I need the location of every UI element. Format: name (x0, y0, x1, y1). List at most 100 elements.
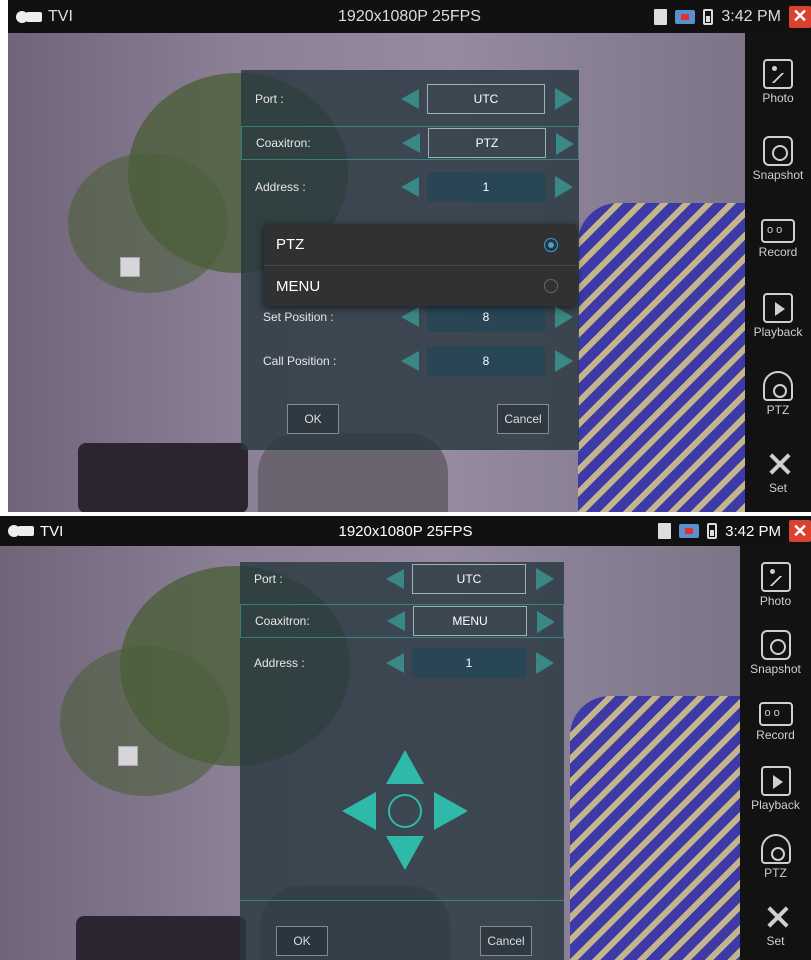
left-arrow-icon[interactable] (385, 610, 405, 632)
radio-selected-icon[interactable] (544, 237, 558, 252)
battery-icon (707, 523, 718, 539)
center-enter-button[interactable] (388, 794, 422, 828)
arrow-left-icon[interactable] (342, 792, 376, 830)
call-position-label: Call Position : (263, 354, 337, 368)
coaxitron-label: Coaxitron: (256, 136, 311, 150)
play-icon (763, 293, 793, 323)
photo-icon (760, 562, 791, 592)
port-label: Port : (254, 572, 283, 586)
sidebar-item-playback[interactable]: Playback (740, 766, 811, 812)
chair-back (76, 916, 246, 960)
left-arrow-icon[interactable] (399, 176, 419, 198)
left-arrow-icon[interactable] (399, 306, 419, 328)
right-arrow-icon[interactable] (536, 568, 554, 590)
ok-button[interactable]: OK (276, 926, 328, 956)
ptz-camera-icon (763, 371, 793, 401)
sidebar-item-set[interactable]: Set (745, 449, 811, 495)
clock: 3:42 PM (721, 7, 781, 25)
sidebar-item-set[interactable]: Set (740, 902, 811, 948)
popup-option-ptz[interactable]: PTZ (264, 224, 576, 265)
coaxitron-value: MENU (413, 606, 527, 636)
plant-foliage (60, 646, 230, 796)
sidebar-item-snapshot[interactable]: Snapshot (745, 136, 811, 182)
set-position-value[interactable]: 8 (427, 302, 545, 332)
sidebar-item-photo[interactable]: Photo (745, 59, 811, 105)
blue-chair (578, 203, 745, 512)
port-value: UTC (427, 84, 545, 114)
row-port: Port : UTC (240, 562, 564, 596)
ok-button[interactable]: OK (287, 404, 339, 434)
option-label: MENU (276, 277, 321, 295)
coaxitron-mode-popup: PTZ MENU (264, 224, 576, 306)
chair-back (78, 443, 248, 512)
address-label: Address : (254, 656, 305, 670)
coaxitron-label: Coaxitron: (255, 614, 310, 628)
sidebar-item-playback[interactable]: Playback (745, 293, 811, 339)
status-bar: TVI 1920x1080P 25FPS 3:42 PM ✕ (0, 516, 811, 546)
popup-option-menu[interactable]: MENU (264, 265, 576, 306)
right-arrow-icon[interactable] (555, 88, 573, 110)
close-icon[interactable]: ✕ (789, 5, 811, 28)
sidebar-item-record[interactable]: Record (745, 219, 811, 259)
radio-unselected-icon[interactable] (544, 279, 558, 293)
network-icon (679, 524, 700, 538)
camera-icon (763, 136, 793, 166)
direction-pad (342, 750, 468, 870)
status-bar: TVI 1920x1080P 25FPS 3:42 PM ✕ (8, 0, 811, 33)
port-label: Port : (255, 92, 284, 106)
network-icon (675, 9, 696, 24)
sidebar-item-snapshot[interactable]: Snapshot (740, 630, 811, 676)
row-call-position: Call Position : 8 (241, 344, 579, 378)
option-label: PTZ (276, 236, 305, 253)
left-arrow-icon[interactable] (400, 132, 420, 154)
left-arrow-icon[interactable] (399, 350, 419, 372)
tools-icon (763, 449, 793, 479)
left-arrow-icon[interactable] (384, 568, 404, 590)
right-arrow-icon[interactable] (555, 306, 573, 328)
plant-foliage (68, 153, 228, 293)
sidebar: Photo Snapshot Record Playback PTZ Set (745, 33, 811, 512)
divider (240, 900, 564, 901)
address-value[interactable]: 1 (427, 172, 545, 202)
port-value: UTC (412, 564, 526, 594)
sd-card-icon (658, 523, 672, 539)
right-arrow-icon[interactable] (555, 176, 573, 198)
arrow-up-icon[interactable] (386, 750, 424, 784)
row-address: Address : 1 (241, 170, 579, 204)
record-icon (761, 219, 795, 243)
photo-icon (763, 59, 793, 89)
close-icon[interactable]: ✕ (789, 520, 811, 542)
sidebar-item-record[interactable]: Record (740, 702, 811, 742)
right-arrow-icon[interactable] (537, 611, 555, 633)
screen-ptz-setup-popup: TVI 1920x1080P 25FPS 3:42 PM ✕ Photo Sna… (8, 0, 811, 512)
wall-outlet (118, 746, 138, 766)
set-position-label: Set Position : (263, 310, 334, 324)
arrow-down-icon[interactable] (386, 836, 424, 870)
cancel-button[interactable]: Cancel (497, 404, 549, 434)
address-label: Address : (255, 180, 306, 194)
blue-chair (570, 696, 740, 960)
tools-icon (761, 902, 791, 932)
right-arrow-icon[interactable] (536, 652, 554, 674)
sidebar-item-ptz[interactable]: PTZ (745, 371, 811, 417)
row-port: Port : UTC (241, 82, 579, 116)
address-value[interactable]: 1 (412, 648, 526, 678)
left-arrow-icon[interactable] (384, 652, 404, 674)
sd-card-icon (654, 8, 668, 25)
battery-icon (703, 8, 714, 25)
coaxitron-value: PTZ (428, 128, 546, 158)
cancel-button[interactable]: Cancel (480, 926, 532, 956)
clock: 3:42 PM (725, 522, 781, 540)
right-arrow-icon[interactable] (556, 133, 574, 155)
sidebar-item-photo[interactable]: Photo (740, 562, 811, 608)
right-arrow-icon[interactable] (555, 350, 573, 372)
arrow-right-icon[interactable] (434, 792, 468, 830)
sidebar-item-ptz[interactable]: PTZ (740, 834, 811, 880)
screen-ptz-menu-control: TVI 1920x1080P 25FPS 3:42 PM ✕ Photo Sna… (0, 516, 811, 960)
row-coaxitron: Coaxitron: MENU (240, 604, 564, 638)
wall-outlet (120, 257, 140, 277)
row-coaxitron: Coaxitron: PTZ (241, 126, 579, 160)
left-arrow-icon[interactable] (399, 88, 419, 110)
ptz-camera-icon (760, 834, 791, 864)
call-position-value[interactable]: 8 (427, 346, 545, 376)
